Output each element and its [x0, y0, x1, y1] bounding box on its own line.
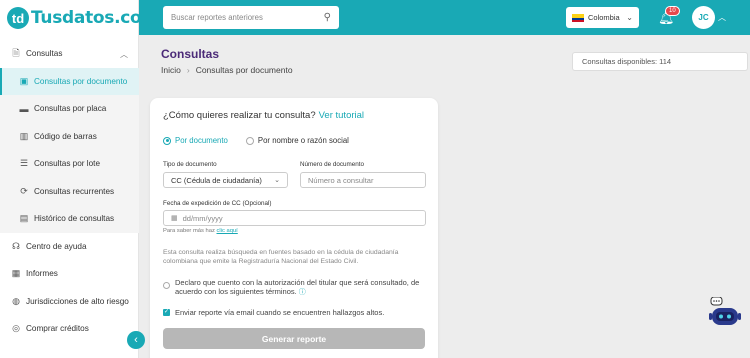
globe-icon: ◍ [12, 295, 20, 306]
breadcrumb-current: Consultas por documento [195, 65, 293, 75]
logo-text: Tusdatos.co [31, 8, 142, 28]
info-icon[interactable]: ⓘ [299, 289, 306, 296]
radio-label: Por documento [175, 136, 228, 145]
chevron-down-icon: ⌄ [626, 13, 633, 22]
sidebar-item-consultas-por-placa[interactable]: ▬ Consultas por placa [0, 95, 139, 123]
top-header: ⚲ Colombia ⌄ 🔔︎ 10 JC ︿ [139, 0, 750, 35]
form-question-text: ¿Cómo quieres realizar tu consulta? [163, 110, 316, 121]
radio-dot [245, 136, 254, 145]
history-icon: ▤ [19, 213, 29, 224]
consent-checkbox[interactable] [163, 282, 170, 289]
date-placeholder: dd/mm/yyyy [182, 213, 223, 223]
consent-checkbox-row[interactable]: Declaro que cuento con la autorización d… [163, 278, 428, 297]
chevron-right-icon: › [186, 65, 190, 75]
tutorial-link[interactable]: Ver tutorial [319, 110, 364, 121]
email-checkbox[interactable]: ✓ [163, 309, 170, 316]
sidebar-item-label: Código de barras [34, 131, 97, 141]
document-search-icon: 🗎 [12, 47, 20, 58]
breadcrumb: Inicio › Consultas por documento [161, 65, 293, 75]
headset-icon: ☊ [12, 240, 20, 251]
hint-text: Para saber más haz clic aquí [163, 228, 238, 234]
logo[interactable]: td Tusdatos.co [7, 7, 142, 29]
hint-link[interactable]: clic aquí [217, 228, 238, 234]
search-box: ⚲ [163, 6, 339, 29]
form-description: Esta consulta realiza búsqueda en fuente… [163, 249, 399, 265]
calendar-icon: ▦ [171, 215, 178, 222]
search-icon[interactable]: ⚲ [324, 12, 331, 23]
date-input[interactable]: ▦ dd/mm/yyyy [163, 210, 426, 226]
email-checkbox-row[interactable]: ✓ Enviar reporte vía email cuando se enc… [163, 308, 384, 317]
breadcrumb-home[interactable]: Inicio [161, 65, 181, 75]
radio-label: Por nombre o razón social [257, 136, 349, 145]
coin-icon: ◎ [12, 323, 20, 334]
sidebar-item-consultas-por-lote[interactable]: ☰ Consultas por lote [0, 150, 139, 178]
logo-mark: td [7, 7, 29, 29]
batch-icon: ☰ [19, 158, 29, 169]
barcode-icon: ▥ [19, 130, 29, 141]
sidebar-item-codigo-de-barras[interactable]: ▥ Código de barras [0, 122, 139, 150]
sidebar-collapse-button[interactable]: ‹ [127, 331, 145, 349]
avatar[interactable]: JC [692, 6, 715, 29]
country-label: Colombia [588, 13, 620, 22]
sidebar-item-label: Comprar créditos [26, 324, 89, 334]
sidebar-item-centro-de-ayuda[interactable]: ☊ Centro de ayuda [0, 233, 139, 261]
email-label: Enviar reporte vía email cuando se encue… [175, 308, 385, 317]
chevron-left-icon: ‹ [134, 334, 138, 346]
credits-available: Consultas disponibles: 114 [572, 52, 748, 71]
search-input[interactable] [171, 13, 324, 22]
query-type-radios: Por documento Por nombre o razón social [163, 136, 367, 145]
sidebar-item-label: Consultas recurrentes [34, 186, 115, 196]
sidebar-nav: 🗎 Consultas ︿ ▣ Consultas por documento … [0, 40, 139, 343]
sidebar-item-consultas-por-documento[interactable]: ▣ Consultas por documento [0, 67, 139, 95]
consent-text: Declaro que cuento con la autorización d… [175, 278, 428, 297]
radio-dot [163, 136, 171, 145]
sidebar-item-label: Consultas por lote [34, 159, 100, 169]
sidebar-item-label: Consultas por placa [34, 104, 107, 114]
car-icon: ▬ [19, 103, 29, 114]
sidebar-item-consultas[interactable]: 🗎 Consultas ︿ [0, 40, 139, 68]
form-question: ¿Cómo quieres realizar tu consulta? Ver t… [163, 110, 364, 121]
chevron-down-icon: ⌄ [274, 177, 280, 184]
consent-label: Declaro que cuento con la autorización d… [175, 278, 420, 296]
date-label: Fecha de expedición de CC (Opcional) [163, 200, 272, 207]
sidebar-item-informes[interactable]: ▦ Informes [0, 260, 139, 288]
country-selector[interactable]: Colombia ⌄ [566, 7, 639, 28]
sidebar-item-label: Histórico de consultas [34, 214, 115, 224]
sidebar-item-label: Consultas [26, 49, 63, 59]
sidebar-item-label: Informes [26, 269, 58, 279]
recurring-icon: ⟳ [20, 185, 28, 196]
doc-number-label: Número de documento [300, 161, 365, 168]
sidebar-item-historico[interactable]: ▤ Histórico de consultas [0, 205, 139, 233]
page-title: Consultas [161, 47, 220, 61]
hint-label: Para saber más haz [163, 228, 215, 234]
doc-type-value: CC (Cédula de ciudadanía) [171, 175, 262, 185]
colombia-flag-icon [572, 13, 584, 22]
sidebar-item-label: Jurisdicciones de alto riesgo [26, 296, 129, 306]
chevron-up-icon: ︿ [120, 50, 128, 59]
doc-number-placeholder: Número a consultar [308, 175, 374, 185]
query-form-card: ¿Cómo quieres realizar tu consulta? Ver t… [150, 98, 438, 358]
doc-number-input[interactable]: Número a consultar [300, 172, 426, 188]
radio-por-documento[interactable]: Por documento [163, 136, 228, 145]
chevron-up-icon[interactable]: ︿ [718, 12, 726, 23]
generate-report-button[interactable]: Generar reporte [163, 328, 425, 349]
chatbot-icon[interactable] [709, 296, 741, 329]
notification-badge: 10 [665, 6, 680, 16]
sidebar-item-comprar-creditos[interactable]: ◎ Comprar créditos [0, 315, 139, 343]
robot-icon [709, 296, 741, 325]
doc-type-select[interactable]: CC (Cédula de ciudadanía) ⌄ [163, 172, 288, 188]
sidebar: td Tusdatos.co 🗎 Consultas ︿ ▣ Consultas… [0, 0, 142, 358]
sidebar-item-jurisdicciones[interactable]: ◍ Jurisdicciones de alto riesgo [0, 288, 139, 316]
sidebar-item-label: Centro de ayuda [26, 241, 87, 251]
radio-por-nombre[interactable]: Por nombre o razón social [245, 136, 349, 145]
id-card-icon: ▣ [19, 75, 29, 86]
sidebar-item-consultas-recurrentes[interactable]: ⟳ Consultas recurrentes [0, 177, 139, 205]
sidebar-item-label: Consultas por documento [34, 76, 128, 86]
reports-icon: ▦ [11, 268, 21, 279]
doc-type-label: Tipo de documento [163, 161, 217, 168]
